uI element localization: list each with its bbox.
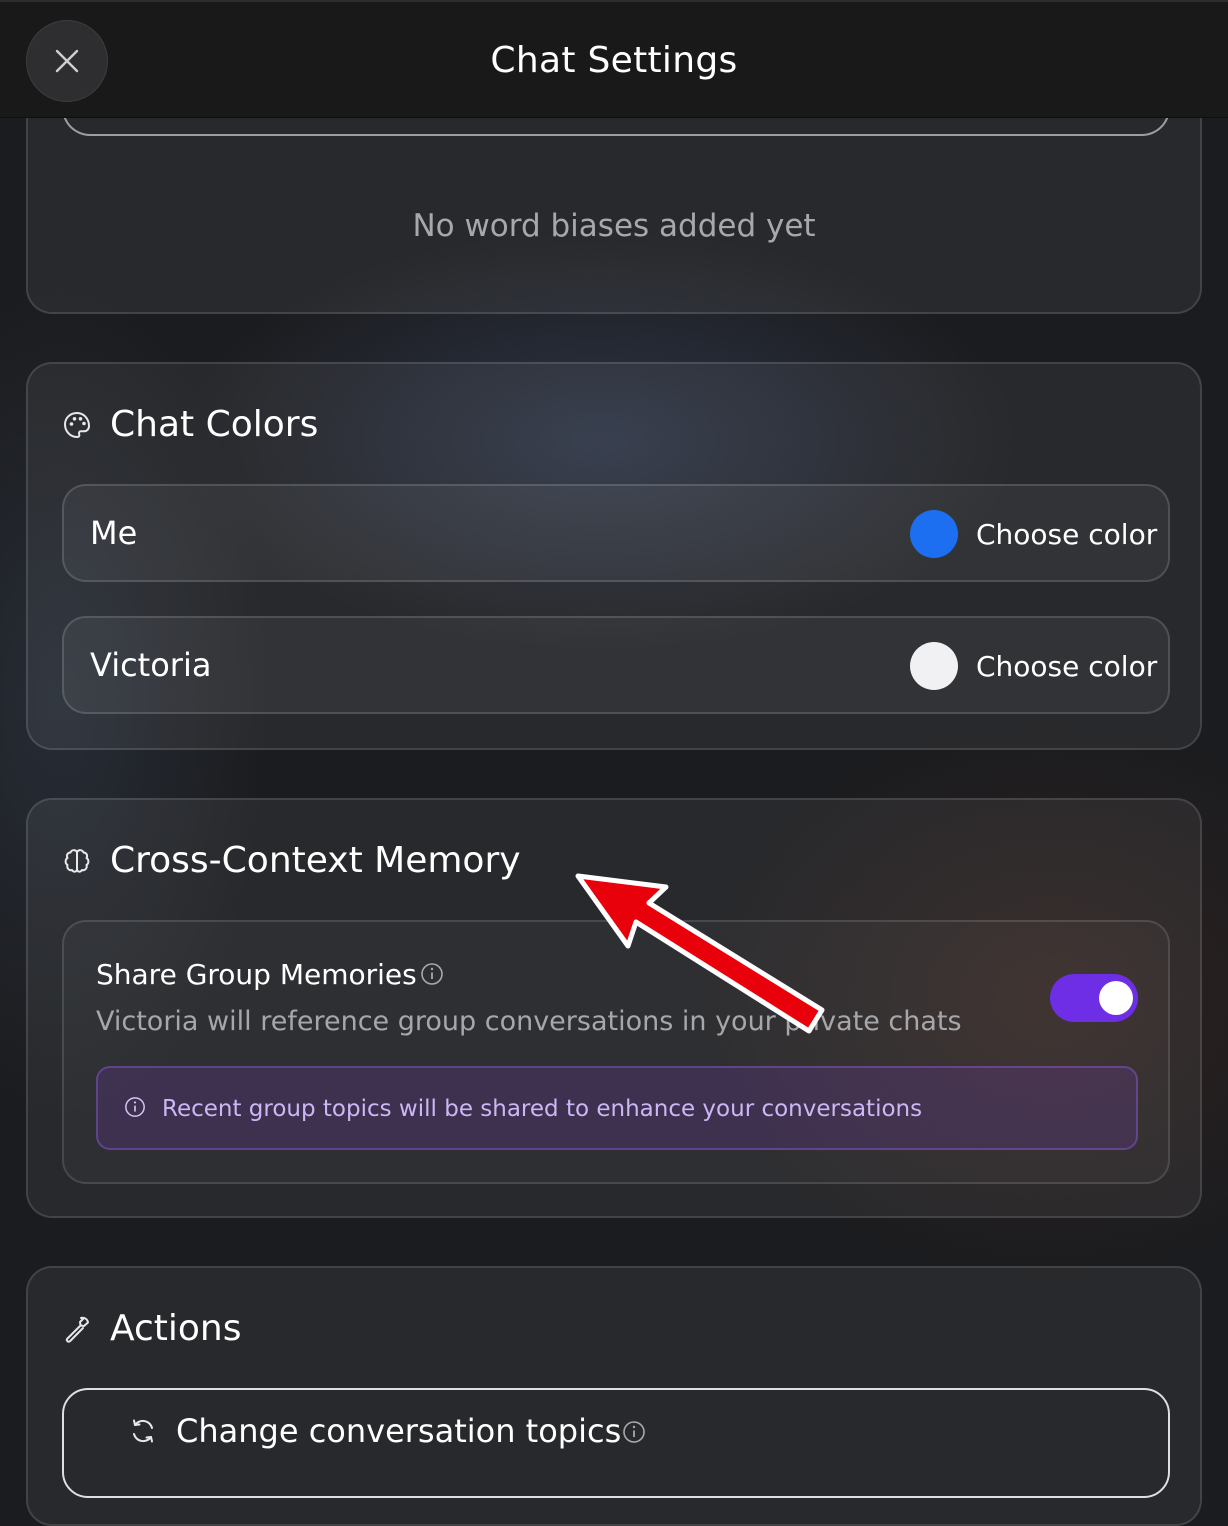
- info-icon[interactable]: [420, 962, 444, 986]
- color-row-victoria: Victoria Choose color: [62, 616, 1170, 714]
- info-icon[interactable]: [622, 1420, 646, 1444]
- color-row-me: Me Choose color: [62, 484, 1170, 582]
- setting-title: Share Group Memories: [96, 958, 417, 991]
- setting-description: Victoria will reference group conversati…: [96, 1006, 962, 1037]
- word-bias-empty-text: No word biases added yet: [412, 208, 816, 244]
- row-name: Me: [90, 514, 138, 552]
- color-swatch[interactable]: [910, 510, 958, 558]
- actions-card: Actions Change conversation topics: [26, 1266, 1202, 1526]
- memory-title: Cross-Context Memory: [110, 840, 521, 881]
- color-swatch[interactable]: [910, 642, 958, 690]
- share-memories-toggle[interactable]: [1050, 974, 1138, 1022]
- brain-icon: [64, 849, 90, 873]
- row-name: Victoria: [90, 646, 212, 684]
- change-topics-button[interactable]: Change conversation topics: [62, 1388, 1170, 1498]
- memory-card: Cross-Context Memory Share Group Memorie…: [26, 798, 1202, 1218]
- share-memories-panel: Share Group Memories Victoria will refer…: [62, 920, 1170, 1184]
- change-topics-label: Change conversation topics: [176, 1412, 622, 1450]
- choose-color-button[interactable]: Choose color: [976, 650, 1157, 683]
- header: Chat Settings: [0, 0, 1228, 118]
- wrench-icon: [65, 1316, 89, 1343]
- actions-title: Actions: [110, 1308, 242, 1349]
- notice-text: Recent group topics will be shared to en…: [162, 1096, 923, 1122]
- chat-colors-title: Chat Colors: [110, 404, 319, 445]
- toggle-knob: [1099, 981, 1133, 1015]
- refresh-icon: [133, 1419, 153, 1443]
- info-notice: Recent group topics will be shared to en…: [96, 1066, 1138, 1150]
- chat-colors-card: Chat Colors Me Choose color Victoria Cho…: [26, 362, 1202, 750]
- choose-color-button[interactable]: Choose color: [976, 518, 1157, 551]
- info-icon: [125, 1097, 145, 1117]
- page-title: Chat Settings: [490, 40, 738, 81]
- palette-icon: [63, 411, 91, 439]
